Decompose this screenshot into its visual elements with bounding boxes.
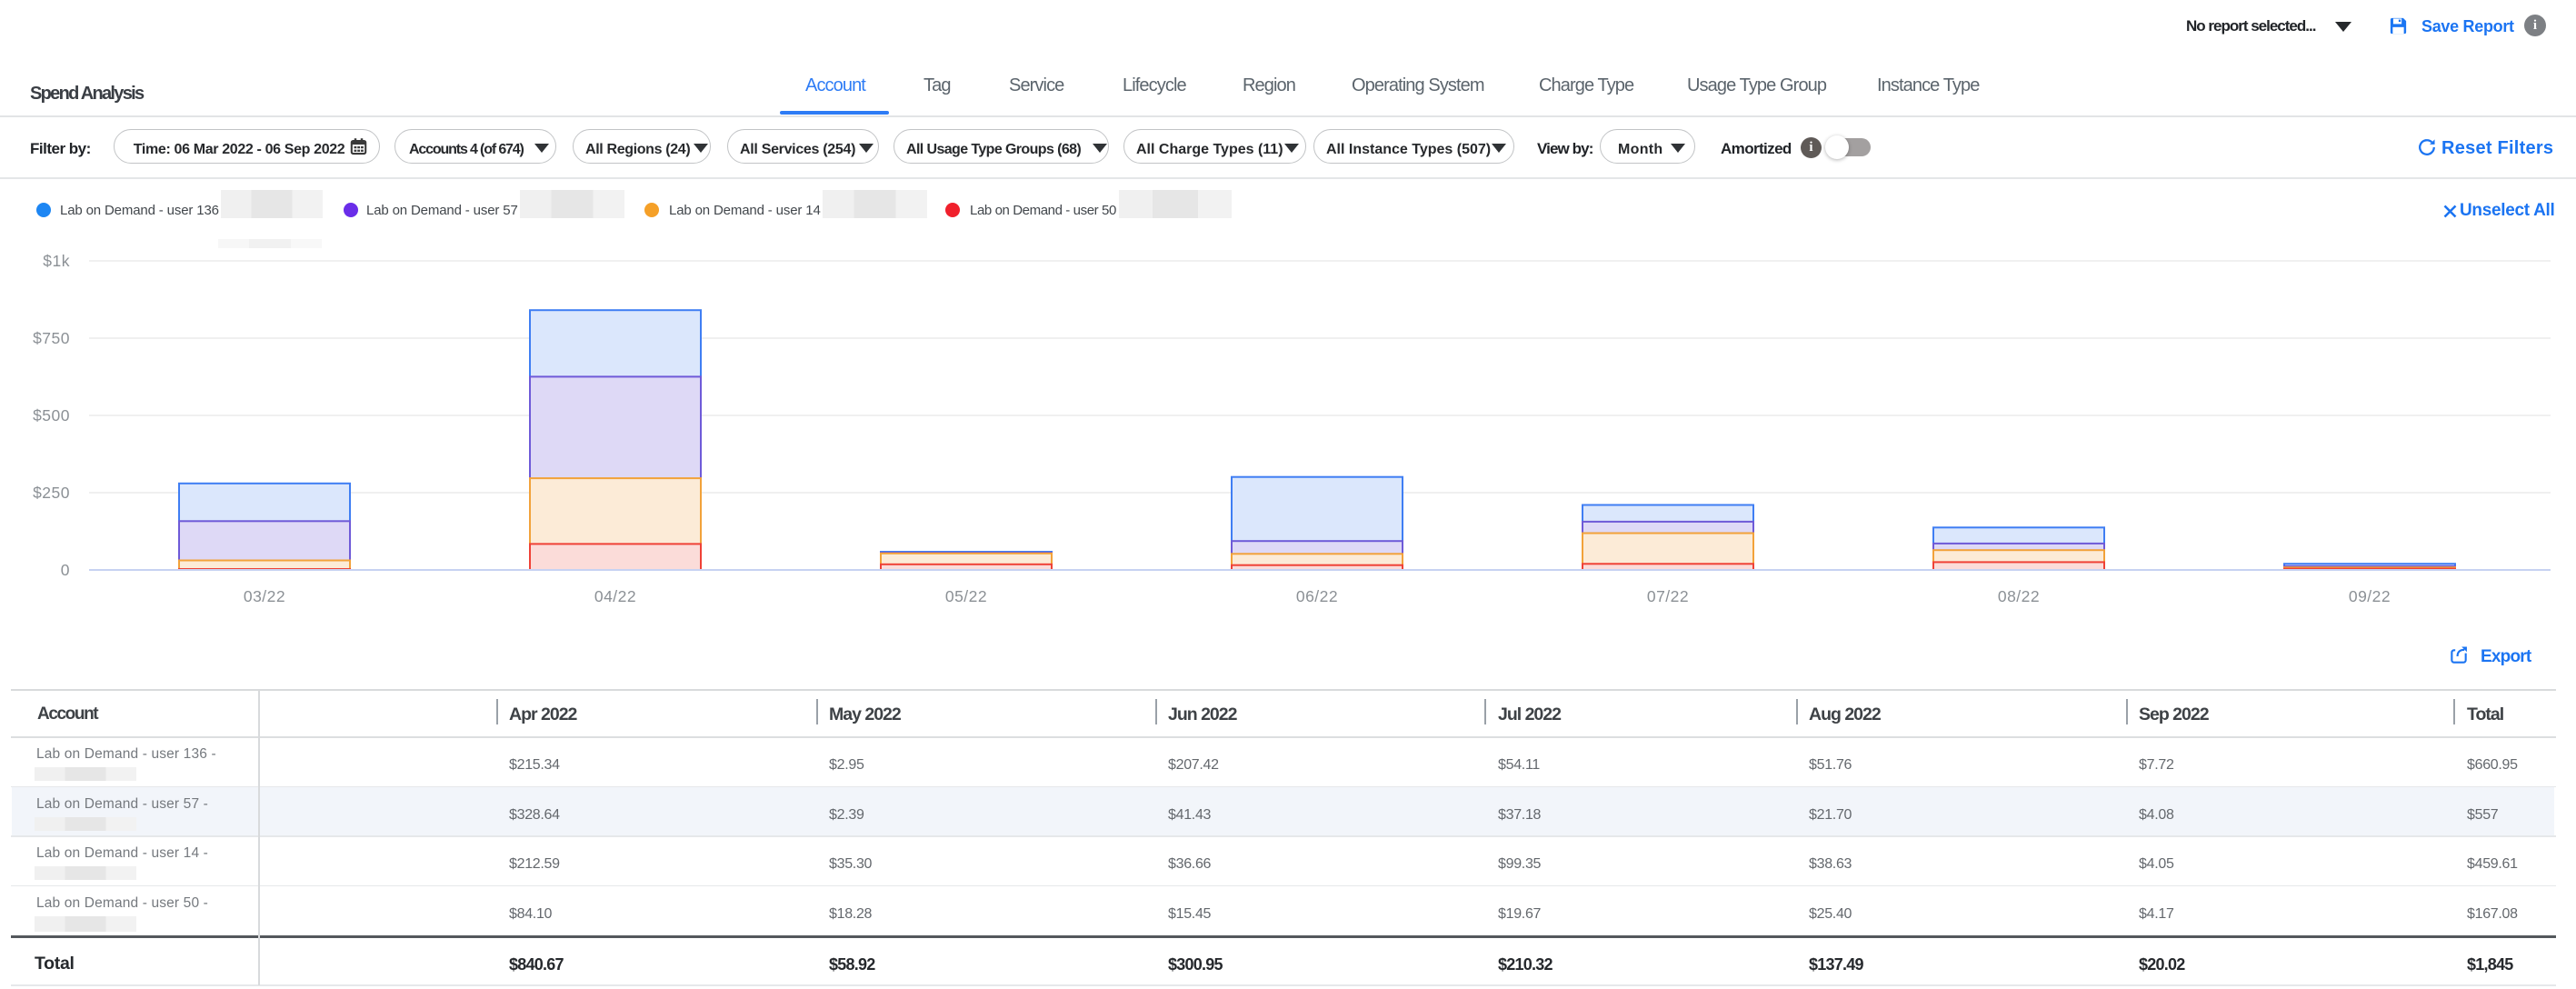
svg-text:$500: $500 (33, 406, 70, 425)
svg-text:09/22: 09/22 (2349, 587, 2391, 605)
svg-text:$1k: $1k (43, 252, 70, 270)
svg-text:07/22: 07/22 (1647, 587, 1689, 605)
svg-text:03/22: 03/22 (244, 587, 285, 605)
svg-text:05/22: 05/22 (945, 587, 987, 605)
svg-text:0: 0 (61, 561, 70, 579)
svg-text:$750: $750 (33, 329, 70, 347)
svg-text:04/22: 04/22 (594, 587, 636, 605)
svg-text:06/22: 06/22 (1296, 587, 1338, 605)
svg-text:08/22: 08/22 (1998, 587, 2040, 605)
svg-text:$250: $250 (33, 484, 70, 502)
